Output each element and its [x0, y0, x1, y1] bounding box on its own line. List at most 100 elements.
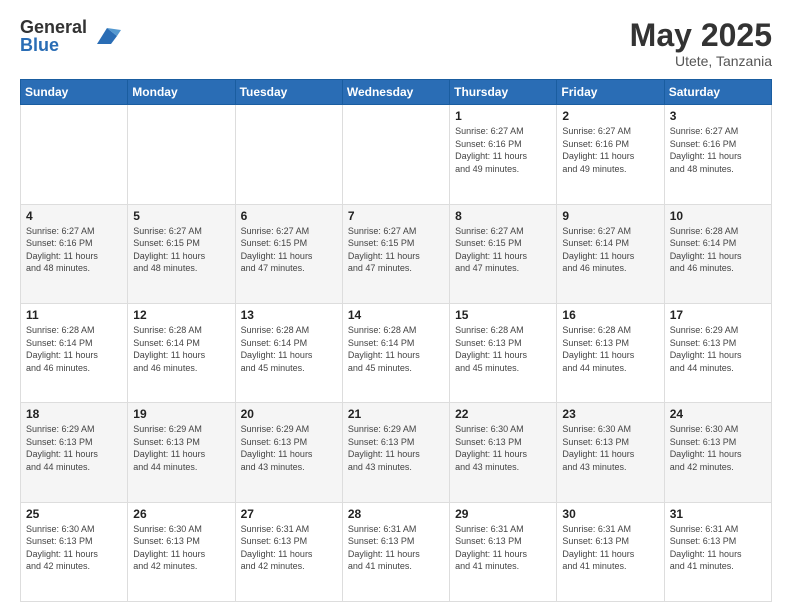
day-info: Sunrise: 6:29 AM Sunset: 6:13 PM Dayligh… — [670, 324, 766, 374]
calendar-cell: 5Sunrise: 6:27 AM Sunset: 6:15 PM Daylig… — [128, 204, 235, 303]
logo: General Blue — [20, 18, 121, 54]
calendar-week-row: 18 Sunrise: 6:29 AM Sunset: 6:13 PM Dayli… — [21, 403, 772, 502]
calendar-cell: 6 Sunrise: 6:27 AM Sunset: 6:15 PM Daylig… — [235, 204, 342, 303]
title-location: Utete, Tanzania — [630, 53, 772, 69]
day-number: 20 — [241, 407, 337, 421]
col-sunday: Sunday — [21, 80, 128, 105]
day-number: 1 — [455, 109, 551, 123]
calendar-header-row: Sunday Monday Tuesday Wednesday Thursday… — [21, 80, 772, 105]
day-number: 4 — [26, 209, 122, 223]
day-number: 8 — [455, 209, 551, 223]
day-number: 24 — [670, 407, 766, 421]
header: General Blue May 2025 Utete, Tanzania — [20, 18, 772, 69]
day-info: Sunrise: 6:27 AM Sunset: 6:16 PM Dayligh… — [562, 125, 658, 175]
calendar-cell — [21, 105, 128, 204]
day-info: Sunrise: 6:30 AM Sunset: 6:13 PM Dayligh… — [562, 423, 658, 473]
day-info: Sunrise: 6:29 AM Sunset: 6:13 PM Dayligh… — [348, 423, 444, 473]
day-info: Sunrise: 6:29 AM Sunset: 6:13 PM Dayligh… — [133, 423, 229, 473]
day-number: 25 — [26, 507, 122, 521]
logo-general: General — [20, 18, 87, 36]
day-number: 11 — [26, 308, 122, 322]
day-info: Sunrise: 6:27 AM Sunset: 6:15 PM Dayligh… — [348, 225, 444, 275]
day-number: 16 — [562, 308, 658, 322]
calendar-cell: 18 Sunrise: 6:29 AM Sunset: 6:13 PM Dayli… — [21, 403, 128, 502]
logo-blue: Blue — [20, 36, 87, 54]
day-number: 7 — [348, 209, 444, 223]
day-number: 22 — [455, 407, 551, 421]
day-info: Sunrise: 6:27 AM Sunset: 6:16 PM Dayligh… — [26, 225, 122, 275]
calendar-cell: 13Sunrise: 6:28 AM Sunset: 6:14 PM Dayli… — [235, 303, 342, 402]
calendar-week-row: 11 Sunrise: 6:28 AM Sunset: 6:14 PM Dayli… — [21, 303, 772, 402]
day-number: 18 — [26, 407, 122, 421]
day-number: 17 — [670, 308, 766, 322]
day-number: 27 — [241, 507, 337, 521]
day-info: Sunrise: 6:28 AM Sunset: 6:14 PM Dayligh… — [26, 324, 122, 374]
day-number: 15 — [455, 308, 551, 322]
day-number: 2 — [562, 109, 658, 123]
calendar-cell: 31 Sunrise: 6:31 AM Sunset: 6:13 PM Dayli… — [664, 502, 771, 601]
day-number: 9 — [562, 209, 658, 223]
day-info: Sunrise: 6:27 AM Sunset: 6:15 PM Dayligh… — [455, 225, 551, 275]
day-info: Sunrise: 6:27 AM Sunset: 6:15 PM Dayligh… — [241, 225, 337, 275]
calendar-cell — [342, 105, 449, 204]
calendar-cell: 20 Sunrise: 6:29 AM Sunset: 6:13 PM Dayli… — [235, 403, 342, 502]
calendar-cell: 14 Sunrise: 6:28 AM Sunset: 6:14 PM Dayli… — [342, 303, 449, 402]
day-number: 31 — [670, 507, 766, 521]
day-number: 12 — [133, 308, 229, 322]
day-number: 6 — [241, 209, 337, 223]
logo-text: General Blue — [20, 18, 87, 54]
day-number: 14 — [348, 308, 444, 322]
day-number: 21 — [348, 407, 444, 421]
calendar-cell: 10 Sunrise: 6:28 AM Sunset: 6:14 PM Dayli… — [664, 204, 771, 303]
calendar-week-row: 4 Sunrise: 6:27 AM Sunset: 6:16 PM Daylig… — [21, 204, 772, 303]
day-number: 26 — [133, 507, 229, 521]
calendar-cell: 8 Sunrise: 6:27 AM Sunset: 6:15 PM Daylig… — [450, 204, 557, 303]
title-section: May 2025 Utete, Tanzania — [630, 18, 772, 69]
calendar-cell: 15 Sunrise: 6:28 AM Sunset: 6:13 PM Dayli… — [450, 303, 557, 402]
calendar-week-row: 1 Sunrise: 6:27 AM Sunset: 6:16 PM Daylig… — [21, 105, 772, 204]
calendar-cell: 2 Sunrise: 6:27 AM Sunset: 6:16 PM Daylig… — [557, 105, 664, 204]
calendar-table: Sunday Monday Tuesday Wednesday Thursday… — [20, 79, 772, 602]
day-info: Sunrise: 6:27 AM Sunset: 6:16 PM Dayligh… — [670, 125, 766, 175]
calendar-cell: 25 Sunrise: 6:30 AM Sunset: 6:13 PM Dayli… — [21, 502, 128, 601]
calendar-cell: 26 Sunrise: 6:30 AM Sunset: 6:13 PM Dayli… — [128, 502, 235, 601]
calendar-cell: 11 Sunrise: 6:28 AM Sunset: 6:14 PM Dayli… — [21, 303, 128, 402]
day-info: Sunrise: 6:28 AM Sunset: 6:13 PM Dayligh… — [562, 324, 658, 374]
day-info: Sunrise: 6:28 AM Sunset: 6:13 PM Dayligh… — [455, 324, 551, 374]
calendar-cell: 9 Sunrise: 6:27 AM Sunset: 6:14 PM Daylig… — [557, 204, 664, 303]
day-info: Sunrise: 6:30 AM Sunset: 6:13 PM Dayligh… — [670, 423, 766, 473]
day-info: Sunrise: 6:29 AM Sunset: 6:13 PM Dayligh… — [241, 423, 337, 473]
day-info: Sunrise: 6:27 AM Sunset: 6:14 PM Dayligh… — [562, 225, 658, 275]
page: General Blue May 2025 Utete, Tanzania Su… — [0, 0, 792, 612]
day-info: Sunrise: 6:31 AM Sunset: 6:13 PM Dayligh… — [348, 523, 444, 573]
col-friday: Friday — [557, 80, 664, 105]
col-wednesday: Wednesday — [342, 80, 449, 105]
col-thursday: Thursday — [450, 80, 557, 105]
calendar-week-row: 25 Sunrise: 6:30 AM Sunset: 6:13 PM Dayli… — [21, 502, 772, 601]
day-number: 10 — [670, 209, 766, 223]
day-info: Sunrise: 6:31 AM Sunset: 6:13 PM Dayligh… — [670, 523, 766, 573]
day-info: Sunrise: 6:28 AM Sunset: 6:14 PM Dayligh… — [670, 225, 766, 275]
calendar-cell: 1Sunrise: 6:27 AM Sunset: 6:16 PM Daylig… — [450, 105, 557, 204]
day-info: Sunrise: 6:28 AM Sunset: 6:14 PM Dayligh… — [241, 324, 337, 374]
calendar-cell: 16 Sunrise: 6:28 AM Sunset: 6:13 PM Dayli… — [557, 303, 664, 402]
day-info: Sunrise: 6:31 AM Sunset: 6:13 PM Dayligh… — [562, 523, 658, 573]
day-info: Sunrise: 6:31 AM Sunset: 6:13 PM Dayligh… — [241, 523, 337, 573]
day-info: Sunrise: 6:30 AM Sunset: 6:13 PM Dayligh… — [26, 523, 122, 573]
day-number: 30 — [562, 507, 658, 521]
calendar-cell: 28Sunrise: 6:31 AM Sunset: 6:13 PM Dayli… — [342, 502, 449, 601]
day-info: Sunrise: 6:30 AM Sunset: 6:13 PM Dayligh… — [455, 423, 551, 473]
day-info: Sunrise: 6:30 AM Sunset: 6:13 PM Dayligh… — [133, 523, 229, 573]
calendar-cell — [235, 105, 342, 204]
day-info: Sunrise: 6:28 AM Sunset: 6:14 PM Dayligh… — [348, 324, 444, 374]
calendar-cell: 29Sunrise: 6:31 AM Sunset: 6:13 PM Dayli… — [450, 502, 557, 601]
calendar-cell: 4 Sunrise: 6:27 AM Sunset: 6:16 PM Daylig… — [21, 204, 128, 303]
day-info: Sunrise: 6:29 AM Sunset: 6:13 PM Dayligh… — [26, 423, 122, 473]
col-monday: Monday — [128, 80, 235, 105]
calendar-cell: 21 Sunrise: 6:29 AM Sunset: 6:13 PM Dayli… — [342, 403, 449, 502]
day-info: Sunrise: 6:28 AM Sunset: 6:14 PM Dayligh… — [133, 324, 229, 374]
day-info: Sunrise: 6:31 AM Sunset: 6:13 PM Dayligh… — [455, 523, 551, 573]
calendar-cell: 27 Sunrise: 6:31 AM Sunset: 6:13 PM Dayli… — [235, 502, 342, 601]
col-saturday: Saturday — [664, 80, 771, 105]
calendar-cell: 12 Sunrise: 6:28 AM Sunset: 6:14 PM Dayli… — [128, 303, 235, 402]
